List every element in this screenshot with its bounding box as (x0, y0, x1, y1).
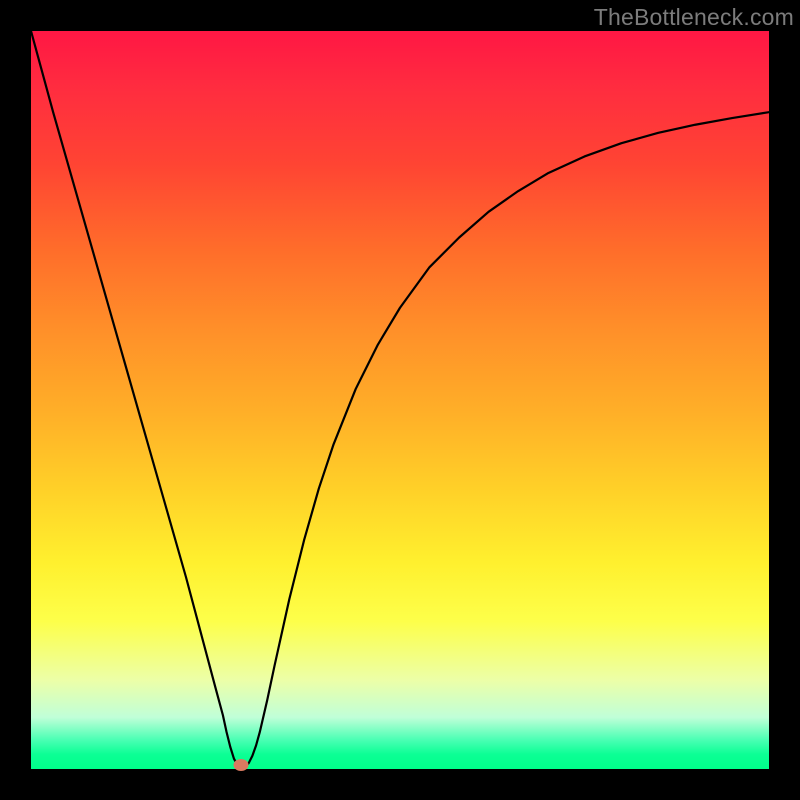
optimum-marker (234, 759, 249, 771)
attribution-text: TheBottleneck.com (594, 4, 794, 31)
bottleneck-curve (31, 31, 769, 769)
chart-frame: TheBottleneck.com (0, 0, 800, 800)
chart-plot-area (31, 31, 769, 769)
